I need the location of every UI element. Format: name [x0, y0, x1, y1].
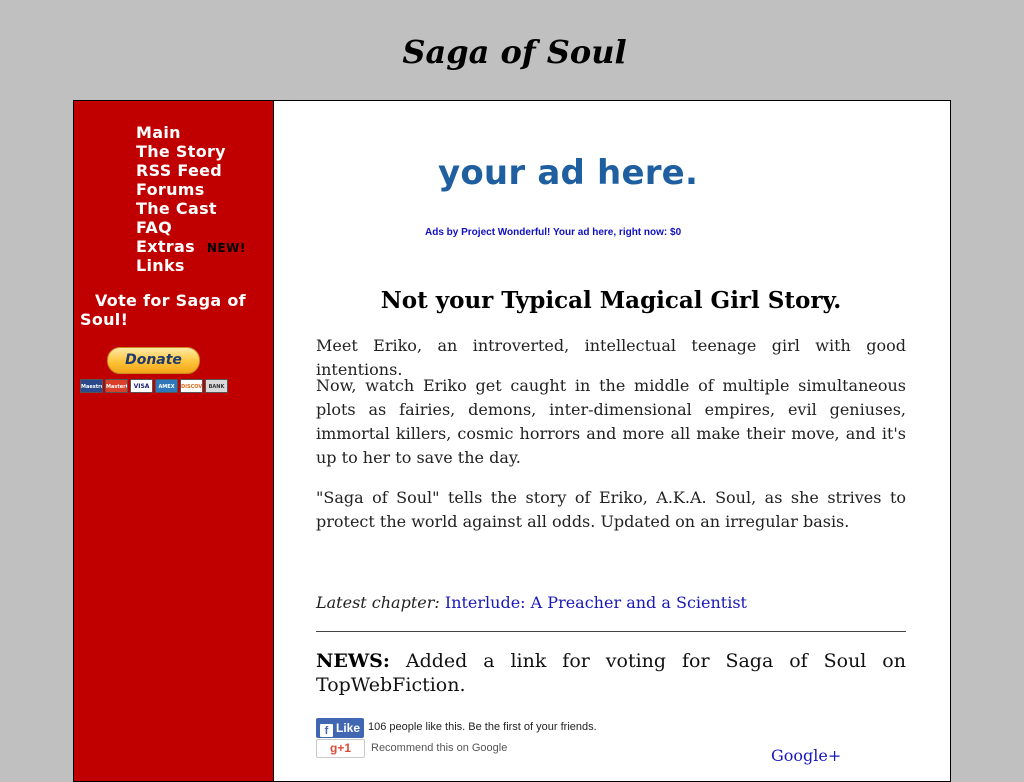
new-badge: NEW!	[206, 241, 246, 255]
nav-item-forums: Forums	[136, 180, 246, 199]
facebook-icon: f	[320, 724, 333, 737]
ad-banner[interactable]: your ad here.	[438, 153, 698, 193]
visa-card-icon: VISA	[130, 379, 153, 393]
nav-item-faq: FAQ	[136, 218, 246, 237]
nav-link-main[interactable]: Main	[136, 123, 181, 142]
amex-card-icon: AMEX	[155, 379, 178, 393]
summary-paragraph: "Saga of Soul" tells the story of Eriko,…	[316, 488, 906, 531]
bank-icon: BANK	[205, 379, 228, 393]
news: NEWS: Added a link for voting for Saga o…	[316, 649, 906, 697]
news-text: Added a link for voting for Saga of Soul…	[316, 650, 906, 696]
latest-chapter: Latest chapter: Interlude: A Preacher an…	[316, 591, 747, 615]
nav-link-the-cast[interactable]: The Cast	[136, 199, 217, 218]
facebook-like-count: 106 people like this. Be the first of yo…	[368, 721, 597, 733]
nav-item-the-cast: The Cast	[136, 199, 246, 218]
nav-item-the-story: The Story	[136, 142, 246, 161]
nav-link-links[interactable]: Links	[136, 256, 185, 275]
discover-card-icon: DISCOVER	[180, 379, 203, 393]
nav-item-rss-feed: RSS Feed	[136, 161, 246, 180]
headline: Not your Typical Magical Girl Story.	[380, 287, 842, 314]
facebook-like-label: Like	[336, 721, 361, 735]
sidebar: Main The Story RSS Feed Forums The Cast …	[74, 101, 274, 781]
nav-item-extras: Extras NEW!	[136, 237, 246, 256]
latest-chapter-label: Latest chapter:	[316, 593, 440, 612]
maestro-card-icon: Maestro	[80, 379, 103, 393]
nav-link-rss-feed[interactable]: RSS Feed	[136, 161, 222, 180]
google-plus-one-button[interactable]: g+1	[316, 739, 365, 758]
news-label: NEWS:	[316, 650, 390, 672]
nav-link-the-story[interactable]: The Story	[136, 142, 226, 161]
nav-item-links: Links	[136, 256, 246, 275]
google-recommend-text: Recommend this on Google	[371, 742, 508, 754]
mastercard-icon: MasterCard	[105, 379, 128, 393]
nav-link-faq[interactable]: FAQ	[136, 218, 172, 237]
nav-link-extras[interactable]: Extras	[136, 237, 195, 256]
plot-paragraph: Now, watch Eriko get caught in the middl…	[316, 376, 906, 467]
sidebar-nav: Main The Story RSS Feed Forums The Cast …	[136, 123, 246, 275]
page-frame: Main The Story RSS Feed Forums The Cast …	[73, 100, 951, 782]
google-plus-link[interactable]: Google+	[771, 746, 841, 765]
latest-chapter-link[interactable]: Interlude: A Preacher and a Scientist	[445, 593, 747, 612]
donate-button[interactable]: Donate	[107, 347, 200, 374]
site-title: Saga of Soul	[402, 33, 627, 71]
vote-link[interactable]: Vote for Saga of Soul!	[80, 291, 265, 329]
payment-cards: Maestro MasterCard VISA AMEX DISCOVER BA…	[80, 379, 228, 393]
divider	[316, 631, 906, 632]
nav-item-main: Main	[136, 123, 246, 142]
nav-link-forums[interactable]: Forums	[136, 180, 205, 199]
facebook-like-button[interactable]: f Like	[316, 718, 364, 738]
ad-caption-link[interactable]: Ads by Project Wonderful! Your ad here, …	[425, 227, 681, 238]
